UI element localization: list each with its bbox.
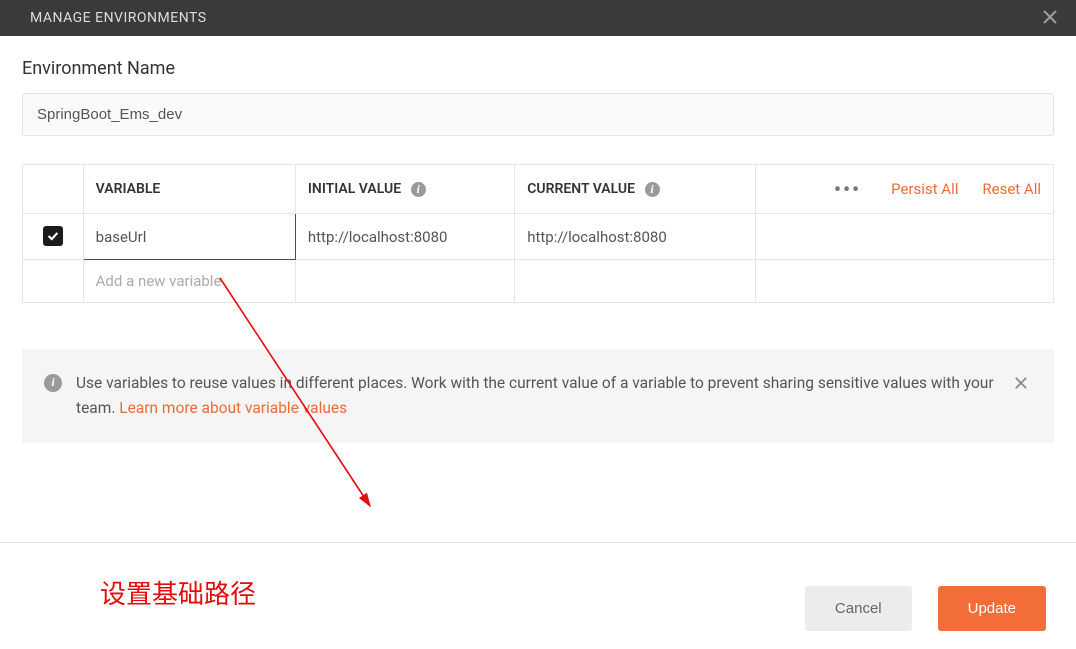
- persist-all-link[interactable]: Persist All: [891, 180, 958, 198]
- col-header-initial: INITIAL VALUE i: [295, 165, 514, 214]
- info-icon: i: [44, 374, 62, 392]
- row-checkbox-cell[interactable]: [23, 214, 84, 260]
- info-icon[interactable]: i: [645, 182, 660, 197]
- add-variable-row[interactable]: Add a new variable: [23, 260, 1054, 303]
- titlebar-title: MANAGE ENVIRONMENTS: [30, 10, 207, 26]
- checkbox-checked-icon[interactable]: [43, 226, 63, 246]
- content-area: Environment Name VARIABLE INITIAL VALUE …: [0, 36, 1076, 465]
- update-button[interactable]: Update: [938, 586, 1046, 631]
- table-row[interactable]: baseUrl http://localhost:8080 http://loc…: [23, 214, 1054, 260]
- col-header-variable: VARIABLE: [83, 165, 295, 214]
- add-variable-placeholder[interactable]: Add a new variable: [83, 260, 295, 303]
- close-icon[interactable]: [1010, 371, 1032, 400]
- env-name-label: Environment Name: [22, 58, 1054, 79]
- initial-value-cell[interactable]: http://localhost:8080: [295, 214, 514, 260]
- annotation-label: 设置基础路径: [100, 574, 256, 611]
- col-header-current: CURRENT VALUE i: [515, 165, 756, 214]
- row-checkbox-cell: [23, 260, 84, 303]
- env-name-input[interactable]: [22, 93, 1054, 136]
- close-icon[interactable]: [1042, 8, 1058, 28]
- variable-cell[interactable]: baseUrl: [83, 214, 295, 260]
- current-value-cell[interactable]: http://localhost:8080: [515, 214, 756, 260]
- reset-all-link[interactable]: Reset All: [982, 180, 1041, 198]
- more-menu-icon[interactable]: •••: [834, 177, 867, 201]
- info-banner-text: Use variables to reuse values in differe…: [76, 371, 996, 421]
- col-header-checkbox: [23, 165, 84, 214]
- variables-table: VARIABLE INITIAL VALUE i CURRENT VALUE i…: [22, 164, 1054, 303]
- footer-separator: [0, 542, 1076, 543]
- col-header-actions: ••• Persist All Reset All: [755, 165, 1053, 214]
- titlebar: MANAGE ENVIRONMENTS: [0, 0, 1076, 36]
- cancel-button[interactable]: Cancel: [805, 586, 912, 631]
- row-actions-cell: [755, 214, 1053, 260]
- info-banner: i Use variables to reuse values in diffe…: [22, 349, 1054, 443]
- info-icon[interactable]: i: [411, 182, 426, 197]
- learn-more-link[interactable]: Learn more about variable values: [119, 399, 347, 417]
